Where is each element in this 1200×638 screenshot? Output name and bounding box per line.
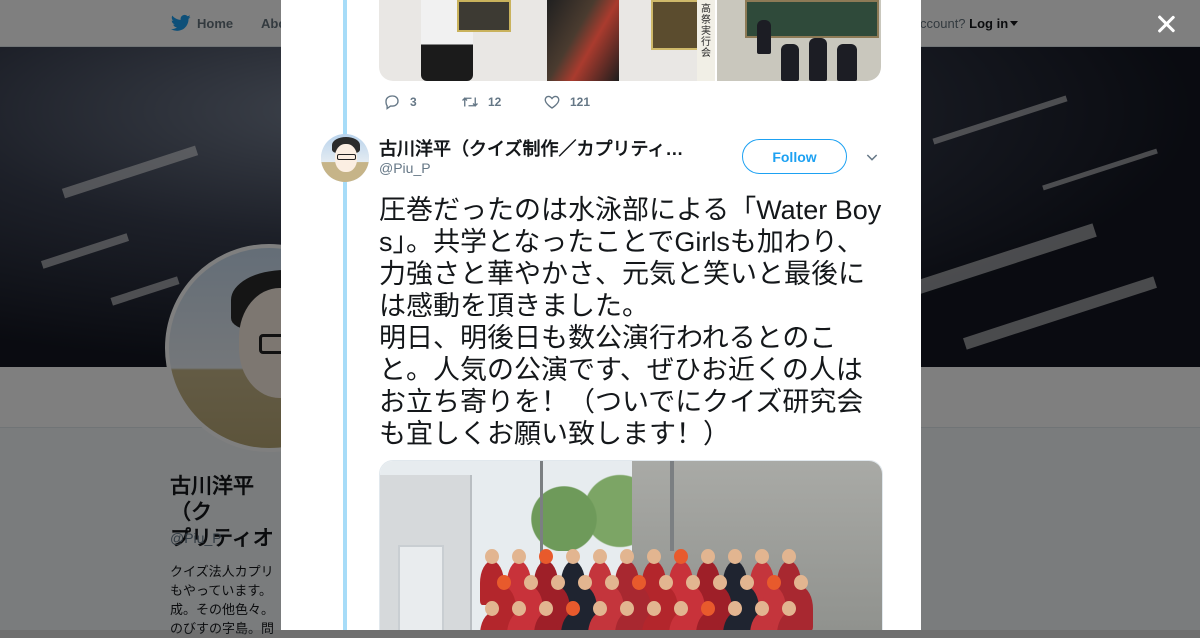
tweet-text: 圧巻だったのは水泳部による「Water Boys」。共学となったことでGirls…	[379, 195, 882, 449]
follow-button[interactable]: Follow	[742, 139, 847, 174]
retweet-action[interactable]: 12	[461, 92, 501, 112]
reply-icon	[385, 95, 399, 110]
previous-tweet-photo-1[interactable]: 高祭実行会	[379, 0, 715, 81]
close-icon[interactable]	[1154, 12, 1178, 36]
tweet-photo[interactable]	[379, 460, 883, 630]
author-handle[interactable]: @Piu_P	[379, 160, 431, 176]
retweet-count: 12	[488, 95, 502, 109]
reply-count: 3	[410, 95, 417, 109]
photo-strip-text: 高祭実行会	[697, 0, 715, 81]
author-avatar[interactable]	[321, 134, 369, 182]
reply-action[interactable]: 3	[383, 92, 417, 112]
heart-icon	[544, 95, 560, 109]
like-count: 121	[570, 95, 591, 109]
tweet-modal: 高祭実行会 3 12 121 古川洋平（クイズ制作／カプリティ… @Piu_P …	[281, 0, 921, 630]
retweet-icon	[462, 97, 478, 107]
chevron-down-icon[interactable]	[864, 149, 880, 165]
previous-tweet-photos[interactable]: 高祭実行会	[379, 0, 881, 81]
author-name[interactable]: 古川洋平（クイズ制作／カプリティ…	[379, 135, 699, 161]
group-of-students	[470, 549, 813, 630]
thread-connector-line	[343, 0, 347, 630]
like-action[interactable]: 121	[543, 92, 590, 112]
previous-tweet-photo-2[interactable]	[717, 0, 881, 81]
